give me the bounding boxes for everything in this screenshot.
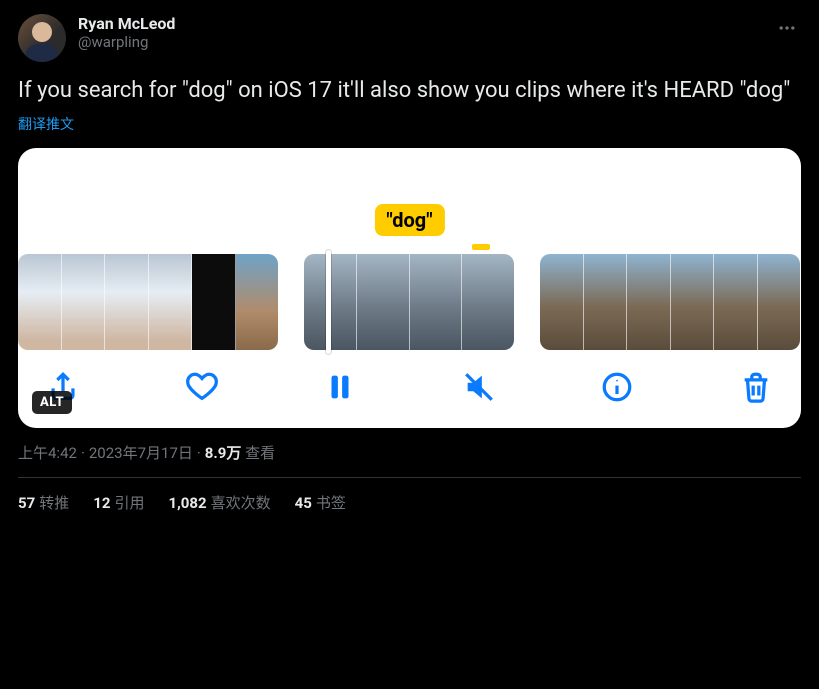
heart-icon xyxy=(185,370,219,404)
search-term-tick xyxy=(472,244,490,250)
clip-frame xyxy=(714,254,758,350)
clip-frame xyxy=(192,254,236,350)
clip-frame xyxy=(18,254,62,350)
clip-frame xyxy=(671,254,715,350)
tweet-header: Ryan McLeod @warpling xyxy=(18,14,801,62)
tweet-meta: 上午4:42·2023年7月17日·8.9万 查看 xyxy=(18,442,801,463)
delete-button[interactable] xyxy=(739,370,773,404)
tweet-time[interactable]: 上午4:42 xyxy=(18,444,77,462)
more-options-button[interactable] xyxy=(773,14,801,46)
author-display-name: Ryan McLeod xyxy=(78,14,175,33)
clip-frame xyxy=(462,254,514,350)
clip-frame xyxy=(627,254,671,350)
tweet-date[interactable]: 2023年7月17日 xyxy=(89,444,193,462)
clip-group[interactable] xyxy=(18,254,278,350)
media-card[interactable]: "dog" xyxy=(18,148,801,428)
info-button[interactable] xyxy=(600,370,634,404)
clip-frame xyxy=(357,254,410,350)
stat-likes[interactable]: 1,082喜欢次数 xyxy=(168,492,270,513)
pause-button[interactable] xyxy=(323,370,357,404)
views-label[interactable]: 查看 xyxy=(245,444,275,462)
timeline-playhead[interactable] xyxy=(326,250,331,354)
clip-frame xyxy=(410,254,463,350)
like-button[interactable] xyxy=(185,370,219,404)
media-toolbar xyxy=(18,350,801,428)
speaker-muted-icon xyxy=(462,370,496,404)
tweet-stats: 57转推 12引用 1,082喜欢次数 45书签 xyxy=(18,478,801,513)
clip-frame xyxy=(540,254,584,350)
clip-frame xyxy=(236,254,279,350)
author-handle: @warpling xyxy=(78,33,175,51)
mute-button[interactable] xyxy=(462,370,496,404)
media-preview-area: "dog" xyxy=(18,148,801,240)
clip-group[interactable] xyxy=(540,254,800,350)
clip-frame xyxy=(62,254,106,350)
translate-link[interactable]: 翻译推文 xyxy=(18,114,74,134)
info-icon xyxy=(600,370,634,404)
clip-frame xyxy=(149,254,193,350)
clip-frame xyxy=(105,254,149,350)
trash-icon xyxy=(739,370,773,404)
search-term-badge: "dog" xyxy=(374,204,444,236)
clip-group[interactable] xyxy=(304,254,514,350)
stat-quotes[interactable]: 12引用 xyxy=(93,492,144,513)
tweet-container: Ryan McLeod @warpling If you search for … xyxy=(0,0,819,513)
alt-text-badge[interactable]: ALT xyxy=(32,391,72,414)
views-count: 8.9万 xyxy=(205,444,242,462)
clip-frame xyxy=(758,254,801,350)
tweet-text: If you search for "dog" on iOS 17 it'll … xyxy=(18,76,801,106)
author-names[interactable]: Ryan McLeod @warpling xyxy=(78,14,175,51)
more-icon xyxy=(777,18,797,38)
pause-icon xyxy=(323,370,357,404)
clip-frame xyxy=(584,254,628,350)
stat-bookmarks[interactable]: 45书签 xyxy=(295,492,346,513)
avatar[interactable] xyxy=(18,14,66,62)
video-timeline[interactable] xyxy=(18,254,801,350)
stat-retweets[interactable]: 57转推 xyxy=(18,492,69,513)
